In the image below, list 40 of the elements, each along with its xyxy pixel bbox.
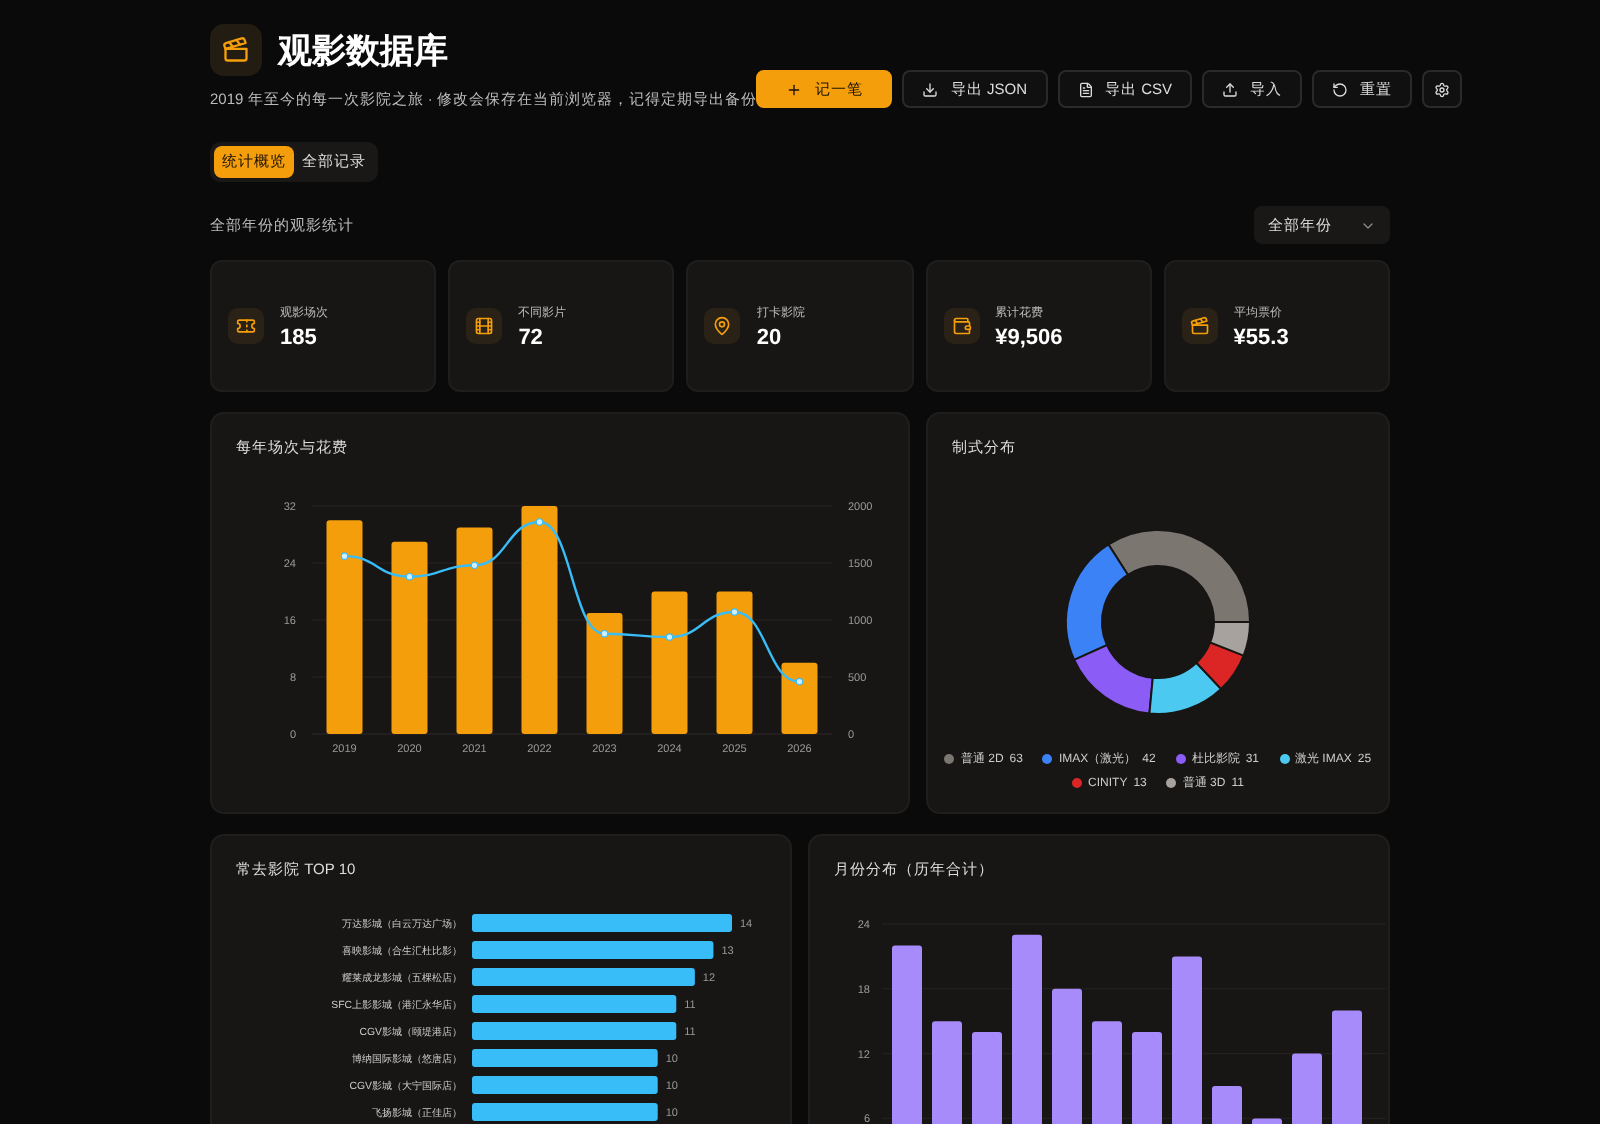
bar xyxy=(932,1021,962,1124)
bar xyxy=(1052,988,1082,1124)
rotate-icon xyxy=(1332,81,1349,97)
bar xyxy=(1252,1118,1282,1124)
app-title: 观影数据库 xyxy=(278,29,448,73)
stat-value: ¥9,506 xyxy=(995,325,1063,349)
settings-icon xyxy=(1434,81,1451,97)
upload-icon xyxy=(1222,81,1239,97)
stat-icon xyxy=(1181,308,1218,344)
data-point xyxy=(665,633,674,641)
data-point xyxy=(340,552,349,560)
bar xyxy=(1092,1021,1122,1124)
bar xyxy=(1212,1086,1242,1124)
stat-value: ¥55.3 xyxy=(1233,325,1289,349)
data-point xyxy=(730,608,739,616)
bar xyxy=(1292,1053,1322,1124)
stat-icon xyxy=(943,308,980,344)
bar xyxy=(586,612,623,734)
bar xyxy=(972,1032,1002,1124)
plus-icon xyxy=(786,81,803,97)
data-point xyxy=(600,629,609,638)
file-icon xyxy=(1077,81,1094,97)
stat-value: 20 xyxy=(756,325,784,349)
download-icon xyxy=(922,81,939,97)
clapperboard-icon xyxy=(210,24,262,76)
settings-button[interactable] xyxy=(1422,70,1463,108)
stat-icon xyxy=(466,308,503,344)
bar xyxy=(1332,1010,1362,1124)
stat-value: 185 xyxy=(280,325,319,349)
data-point xyxy=(405,572,414,581)
bar xyxy=(781,662,818,734)
data-point xyxy=(795,677,804,686)
data-point xyxy=(470,561,479,570)
bar xyxy=(651,591,688,734)
stat-icon xyxy=(228,308,264,344)
bar xyxy=(716,591,753,734)
data-point xyxy=(535,518,544,526)
stat-icon xyxy=(704,308,741,344)
stat-value: 72 xyxy=(518,325,545,349)
bar xyxy=(1132,1032,1162,1124)
